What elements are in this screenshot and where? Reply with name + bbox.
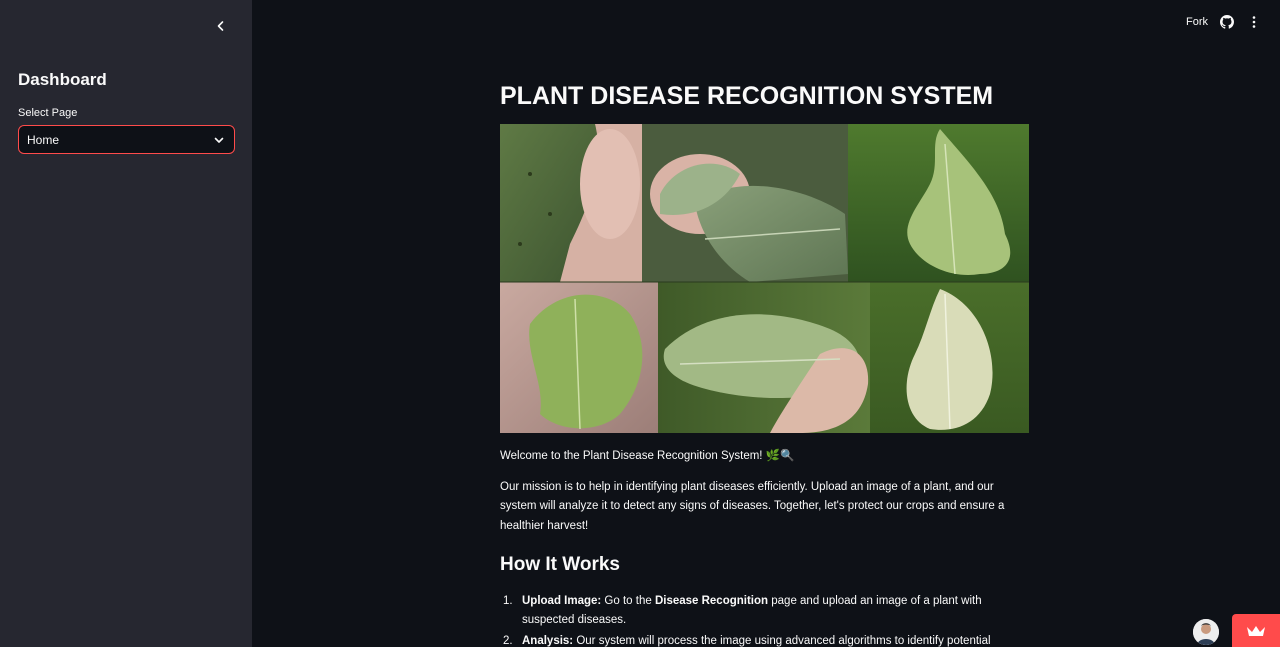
how-it-works-heading: How It Works xyxy=(500,554,620,575)
sidebar: Dashboard Select Page Home xyxy=(0,0,252,647)
step-text-pre: Go to the xyxy=(601,595,655,607)
select-page-value: Home xyxy=(27,132,60,147)
avatar[interactable] xyxy=(1193,619,1219,645)
github-icon[interactable] xyxy=(1219,14,1235,30)
step-text: Our system will process the image using … xyxy=(576,635,991,647)
streamlit-badge[interactable] xyxy=(1232,614,1280,647)
steps-list: 1. Upload Image: Go to the Disease Recog… xyxy=(500,592,1030,647)
step-number: 2. xyxy=(503,635,513,647)
hero-image-collage xyxy=(500,124,1029,433)
page-title: PLANT DISEASE RECOGNITION SYSTEM xyxy=(500,82,994,110)
collapse-sidebar-button[interactable] xyxy=(210,15,232,37)
crown-icon xyxy=(1247,625,1265,636)
chevron-down-icon xyxy=(214,137,224,143)
header-toolbar: Fork xyxy=(1186,14,1262,30)
welcome-text: Welcome to the Plant Disease Recognition… xyxy=(500,450,795,462)
list-item: 2. Analysis: Our system will process the… xyxy=(500,632,1030,647)
step-number: 1. xyxy=(503,595,513,607)
fork-button[interactable]: Fork xyxy=(1186,16,1208,28)
chevron-left-icon xyxy=(217,21,224,31)
list-item: 1. Upload Image: Go to the Disease Recog… xyxy=(500,592,1030,630)
step-label: Upload Image: xyxy=(522,595,602,607)
sidebar-title: Dashboard xyxy=(18,70,107,89)
select-page-dropdown[interactable]: Home xyxy=(18,125,235,154)
step-label: Analysis: xyxy=(522,635,574,647)
step-bold-text: Disease Recognition xyxy=(654,595,769,607)
select-page-label: Select Page xyxy=(18,107,78,119)
mission-text: Our mission is to help in identifying pl… xyxy=(500,481,1005,532)
more-vertical-icon[interactable] xyxy=(1246,14,1262,30)
